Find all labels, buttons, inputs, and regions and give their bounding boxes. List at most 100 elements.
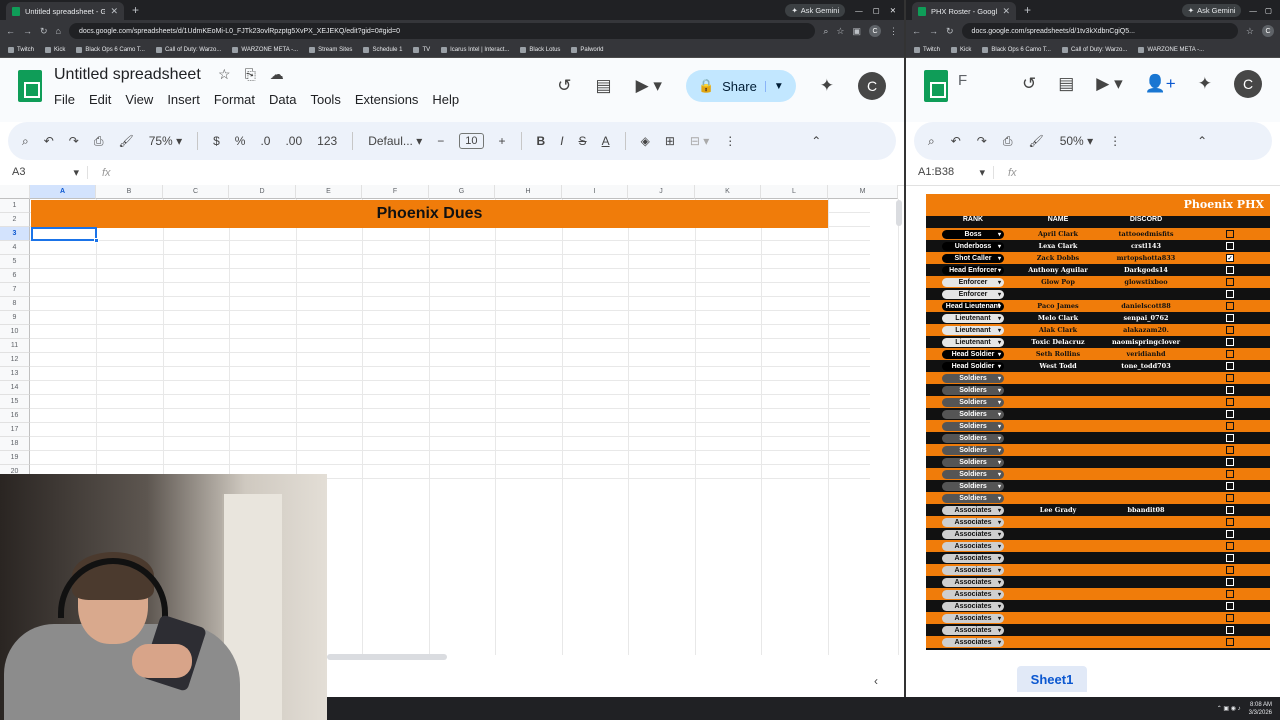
row-header-5[interactable]: 5	[0, 255, 30, 269]
name-box-dropdown-icon[interactable]: ▾	[979, 166, 985, 179]
column-header-D[interactable]: D	[229, 185, 296, 199]
clock[interactable]: 8:08 AM 3/3/2026	[1249, 701, 1272, 717]
font-select[interactable]: Defaul... ▾	[368, 134, 422, 148]
horizontal-scrollbar[interactable]	[327, 654, 447, 660]
rank-dropdown[interactable]: Lieutenant	[942, 337, 1004, 347]
more-formats-button[interactable]: 123	[317, 134, 337, 148]
version-history-icon[interactable]: ↺	[557, 76, 571, 96]
close-tab-icon[interactable]: ✕	[110, 6, 118, 17]
roster-row[interactable]: Shot Caller Zack Dobbs mrtopshotta833 ✓	[926, 252, 1270, 264]
roster-row[interactable]: Associates	[926, 588, 1270, 600]
row-header-1[interactable]: 1	[0, 199, 30, 213]
column-header-A[interactable]: A	[30, 185, 96, 199]
row-header-7[interactable]: 7	[0, 283, 30, 297]
grid-row[interactable]	[30, 339, 870, 353]
roster-row[interactable]: Associates	[926, 564, 1270, 576]
rank-dropdown[interactable]: Soldiers	[942, 481, 1004, 491]
strikethrough-button[interactable]: S	[579, 134, 587, 148]
minimize-icon[interactable]: —	[1249, 6, 1257, 15]
row-header-18[interactable]: 18	[0, 437, 30, 451]
rank-dropdown[interactable]: Head Enforcer	[942, 265, 1004, 275]
row-header-9[interactable]: 9	[0, 311, 30, 325]
column-header-K[interactable]: K	[695, 185, 761, 199]
paid-checkbox[interactable]	[1226, 314, 1234, 322]
roster-row[interactable]: Associates	[926, 540, 1270, 552]
search-menus-icon[interactable]: ⌕	[928, 134, 935, 149]
roster-row[interactable]: Enforcer Glow Pop glowstixboo	[926, 276, 1270, 288]
paid-checkbox[interactable]	[1226, 482, 1234, 490]
row-header-17[interactable]: 17	[0, 423, 30, 437]
bookmark-item[interactable]: Icarus Intel | Interact...	[441, 46, 509, 53]
side-panel-toggle-icon[interactable]: ‹	[874, 674, 878, 688]
menu-tools[interactable]: Tools	[310, 92, 340, 107]
roster-row[interactable]: Head Enforcer Anthony Aguilar Darkgods14	[926, 264, 1270, 276]
merge-cells-icon[interactable]: ⊟ ▾	[690, 134, 709, 148]
paid-checkbox[interactable]	[1226, 338, 1234, 346]
rank-dropdown[interactable]: Enforcer	[942, 289, 1004, 299]
rank-dropdown[interactable]: Head Lieutenant	[942, 301, 1004, 311]
document-title[interactable]: Untitled spreadsheet	[54, 66, 201, 84]
rank-dropdown[interactable]: Soldiers	[942, 445, 1004, 455]
roster-row[interactable]: Soldiers	[926, 408, 1270, 420]
reload-icon[interactable]: ↻	[946, 26, 954, 37]
rank-dropdown[interactable]: Associates	[942, 517, 1004, 527]
search-lens-icon[interactable]: ⌕	[823, 26, 828, 37]
sheet-tab-sheet1[interactable]: Sheet1	[1017, 666, 1087, 692]
meet-video-icon[interactable]: ▶ ▾	[1096, 74, 1122, 94]
search-menus-icon[interactable]: ⌕	[22, 134, 29, 149]
phoenix-phx-banner[interactable]: Phoenix PHX	[926, 194, 1270, 216]
column-header-H[interactable]: H	[495, 185, 562, 199]
grid-row[interactable]	[30, 451, 870, 465]
paid-checkbox[interactable]	[1226, 614, 1234, 622]
text-color-button[interactable]: A	[602, 134, 610, 148]
menu-format[interactable]: Format	[214, 92, 255, 107]
row-header-2[interactable]: 2	[0, 213, 30, 227]
home-icon[interactable]: ⌂	[56, 26, 61, 36]
bookmark-item[interactable]: Black Ops 6 Camo T...	[982, 46, 1051, 53]
fill-handle[interactable]	[94, 238, 99, 243]
rank-dropdown[interactable]: Soldiers	[942, 409, 1004, 419]
bookmark-item[interactable]: Black Lotus	[520, 46, 560, 53]
row-header-15[interactable]: 15	[0, 395, 30, 409]
increase-decimal-button[interactable]: .00	[285, 134, 302, 148]
paid-checkbox[interactable]	[1226, 446, 1234, 454]
menu-view[interactable]: View	[125, 92, 153, 107]
bookmark-item[interactable]: WARZONE META -...	[1138, 46, 1204, 53]
roster-row[interactable]: Soldiers	[926, 384, 1270, 396]
rank-dropdown[interactable]: Associates	[942, 637, 1004, 647]
paid-checkbox[interactable]: ✓	[1226, 254, 1234, 262]
back-icon[interactable]: ←	[6, 26, 15, 36]
tab-untitled-spreadsheet[interactable]: Untitled spreadsheet - Google ✕	[6, 2, 124, 20]
font-size-field[interactable]: 10	[459, 133, 484, 149]
select-all-corner[interactable]	[0, 185, 30, 199]
bookmark-star-icon[interactable]: ☆	[836, 26, 844, 37]
percent-format-button[interactable]: %	[235, 134, 246, 148]
browser-menu-icon[interactable]: ⋮	[889, 26, 898, 37]
paid-checkbox[interactable]	[1226, 542, 1234, 550]
column-header-C[interactable]: C	[163, 185, 229, 199]
paid-checkbox[interactable]	[1226, 458, 1234, 466]
bookmark-item[interactable]: Black Ops 6 Camo T...	[76, 46, 145, 53]
bookmark-item[interactable]: Kick	[45, 46, 65, 53]
close-tab-icon[interactable]: ✕	[1002, 6, 1010, 17]
bold-button[interactable]: B	[537, 134, 546, 148]
profile-avatar[interactable]: C	[869, 25, 881, 37]
minimize-icon[interactable]: —	[855, 6, 863, 15]
row-header-8[interactable]: 8	[0, 297, 30, 311]
paid-checkbox[interactable]	[1226, 518, 1234, 526]
roster-row[interactable]: Head Soldier West Todd tone_todd703	[926, 360, 1270, 372]
grid-row[interactable]	[30, 409, 870, 423]
row-header-19[interactable]: 19	[0, 451, 30, 465]
collapse-toolbar-icon[interactable]: ⌃	[811, 134, 821, 148]
roster-row[interactable]: Associates	[926, 576, 1270, 588]
roster-row[interactable]: Soldiers	[926, 444, 1270, 456]
roster-row[interactable]: Associates	[926, 636, 1270, 648]
paid-checkbox[interactable]	[1226, 290, 1234, 298]
reload-icon[interactable]: ↻	[40, 26, 48, 37]
gemini-spark-icon[interactable]: ✦	[1198, 74, 1212, 94]
redo-icon[interactable]: ↷	[977, 134, 987, 148]
version-history-icon[interactable]: ↺	[1022, 74, 1036, 94]
rank-dropdown[interactable]: Associates	[942, 553, 1004, 563]
roster-grid[interactable]: Phoenix PHX RANK NAME DISCORD Boss April …	[906, 186, 1280, 656]
column-header-B[interactable]: B	[96, 185, 163, 199]
